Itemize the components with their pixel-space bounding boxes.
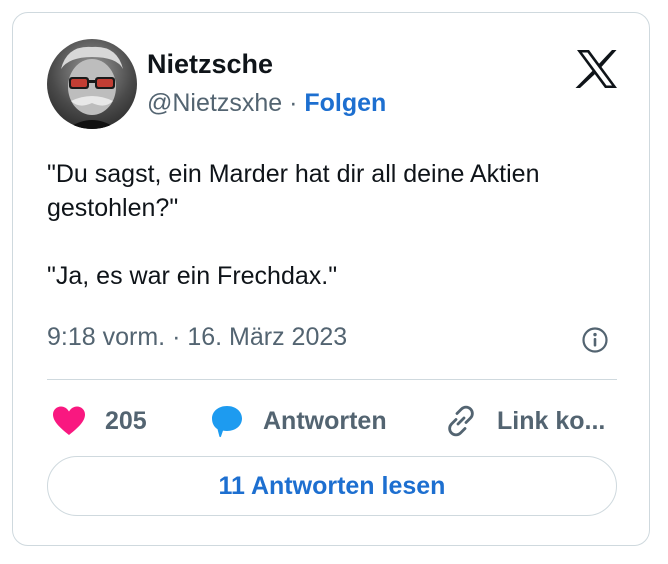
author-name[interactable]: Nietzsche bbox=[147, 49, 273, 80]
tweet-text: "Du sagst, ein Marder hat dir all deine … bbox=[47, 160, 540, 290]
tweet-date: 16. März 2023 bbox=[187, 323, 348, 351]
author-handle-row: @Nietzsxhe · Folgen bbox=[147, 89, 386, 118]
like-count: 205 bbox=[105, 406, 147, 435]
copy-link-button[interactable]: Link ko... bbox=[443, 401, 605, 441]
avatar[interactable] bbox=[47, 39, 137, 129]
tweet-time: 9:18 vorm. bbox=[47, 323, 166, 351]
tweet-card: Nietzsche @Nietzsxhe · Folgen "Du sagst,… bbox=[12, 12, 650, 546]
tweet-timestamp[interactable]: 9:18 vorm. · 16. März 2023 bbox=[47, 323, 347, 352]
like-button[interactable]: 205 bbox=[51, 401, 147, 441]
speech-bubble-icon bbox=[212, 406, 242, 438]
divider bbox=[47, 379, 617, 380]
handle-separator: · bbox=[289, 89, 298, 117]
avatar-portrait-image bbox=[61, 46, 123, 129]
read-replies-button[interactable]: 11 Antworten lesen bbox=[47, 456, 617, 516]
x-logo-icon[interactable] bbox=[575, 49, 619, 89]
author-handle[interactable]: @Nietzsxhe bbox=[147, 89, 282, 117]
follow-button[interactable]: Folgen bbox=[304, 89, 386, 117]
reply-button[interactable]: Antworten bbox=[209, 401, 387, 441]
reply-label: Antworten bbox=[263, 406, 387, 435]
heart-icon bbox=[53, 406, 85, 435]
date-separator: · bbox=[172, 323, 181, 351]
link-icon bbox=[448, 405, 474, 437]
copy-link-label: Link ko... bbox=[497, 406, 606, 435]
info-icon[interactable] bbox=[581, 326, 609, 354]
